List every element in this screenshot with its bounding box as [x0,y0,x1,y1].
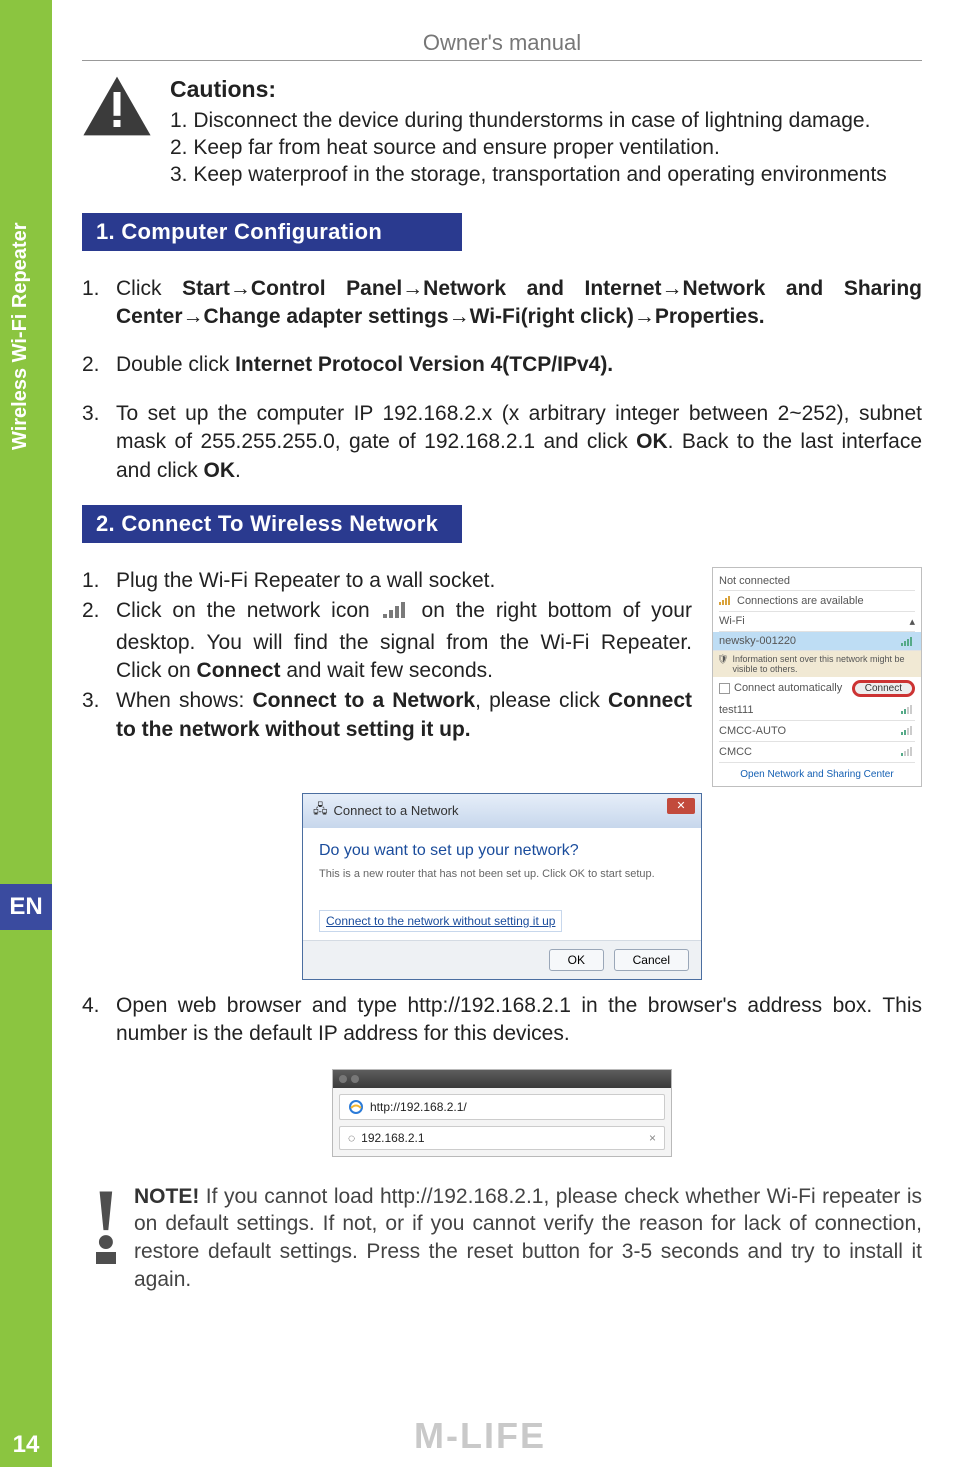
ie-icon [348,1099,364,1115]
step-text: To set up the computer IP 192.168.2.x (x… [116,400,922,485]
spinner-icon: ◌ [348,1131,355,1145]
section-heading: 1. Computer Configuration [82,213,462,251]
network-icon: 🖧 [313,800,328,822]
open-network-center-link[interactable]: Open Network and Sharing Center [719,769,915,780]
step-text: Double click Internet Protocol Version 4… [116,351,922,379]
step-number: 4. [82,992,116,1049]
step-number: 1. [82,275,116,332]
signal-bars-icon [901,724,915,738]
page-title: Owner's manual [82,30,922,56]
step-text: When shows: Connect to a Network, please… [116,687,692,744]
dialog-title: Connect to a Network [334,803,459,818]
signal-bars-icon [719,594,733,608]
wifi-info: 🛡Information sent over this network migh… [713,651,921,677]
ok-button[interactable]: OK [549,949,604,971]
browser-address-bar: http://192.168.2.1/ ◌ 192.168.2.1 × [332,1069,672,1157]
step-text: Plug the Wi-Fi Repeater to a wall socket… [116,567,692,595]
wifi-ssid-selected[interactable]: newsky-001220 [713,632,921,651]
close-icon[interactable]: ✕ [667,798,695,814]
tab-label: 192.168.2.1 [361,1131,424,1145]
auto-connect-label: Connect automatically [734,682,842,694]
step-text: Open web browser and type http://192.168… [116,992,922,1049]
signal-bars-icon [901,635,915,649]
step-number: 1. [82,567,116,595]
connect-without-setup-link[interactable]: Connect to the network without setting i… [319,910,562,932]
section-heading: 2. Connect To Wireless Network [82,505,462,543]
dialog-title-bar: 🖧 Connect to a Network ✕ [303,794,701,828]
step-text: Click Start→Control Panel→Network and In… [116,275,922,332]
step-text: Click on the network icon on the right b… [116,597,692,685]
caution-item: 2. Keep far from heat source and ensure … [170,134,922,161]
brand-logo: M-LIFE [0,1415,960,1457]
browser-tab[interactable]: ◌ 192.168.2.1 × [339,1126,665,1150]
shield-icon: 🛡 [717,654,728,665]
exclamation-icon: ! [82,1183,130,1294]
checkbox[interactable] [719,683,730,694]
note-text: NOTE! If you cannot load http://192.168.… [134,1183,922,1294]
caution-item: 3. Keep waterproof in the storage, trans… [170,161,922,188]
step-number: 3. [82,687,116,744]
wifi-network[interactable]: CMCC-AUTO [719,725,786,737]
close-icon[interactable]: × [649,1131,656,1145]
signal-bars-icon [901,745,915,759]
divider [82,60,922,61]
step-number: 2. [82,597,116,685]
wifi-network[interactable]: test111 [719,704,753,716]
step-number: 3. [82,400,116,485]
wifi-network[interactable]: CMCC [719,746,752,758]
side-strip [0,0,52,1467]
cautions-title: Cautions: [170,75,922,105]
wifi-popup: Not connected Connections are available … [712,567,922,787]
signal-bars-icon [901,703,915,717]
lang-badge: EN [0,884,52,930]
url-text: http://192.168.2.1/ [370,1100,467,1114]
signal-bars-icon [381,600,411,628]
wifi-status: Not connected [719,575,790,587]
connect-button[interactable]: Connect [852,680,915,697]
wifi-section: Wi-Fi [719,615,745,627]
url-input[interactable]: http://192.168.2.1/ [339,1094,665,1120]
cancel-button[interactable]: Cancel [614,949,689,971]
connect-dialog: 🖧 Connect to a Network ✕ Do you want to … [302,793,702,980]
caution-item: 1. Disconnect the device during thunders… [170,107,922,134]
dialog-question: Do you want to set up your network? [319,842,685,860]
warning-icon [82,75,152,142]
side-label: Wireless Wi-Fi Repeater [9,223,32,451]
wifi-avail: Connections are available [737,595,864,607]
dialog-subtext: This is a new router that has not been s… [319,868,685,880]
step-number: 2. [82,351,116,379]
